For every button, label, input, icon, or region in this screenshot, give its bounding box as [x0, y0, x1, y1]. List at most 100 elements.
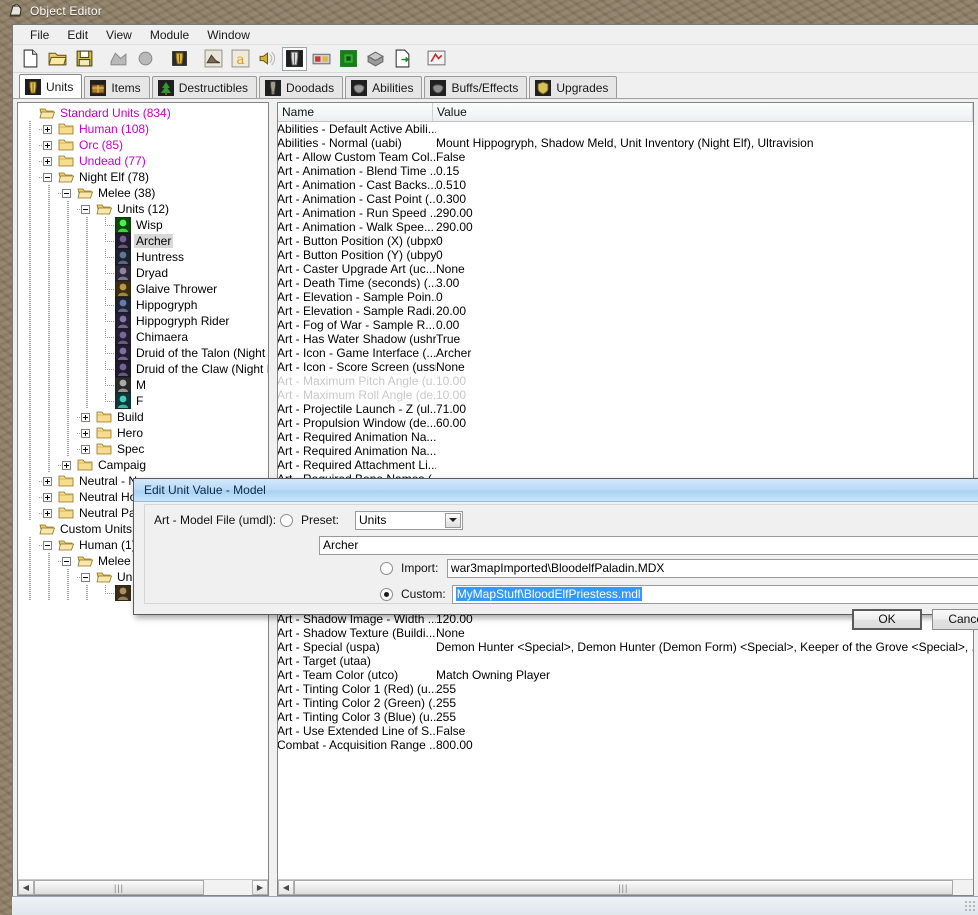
tree-expand-icon[interactable] — [77, 409, 96, 425]
table-row[interactable]: Art - Button Position (X) (ubpx) 0 — [278, 234, 973, 248]
tree-node[interactable]: Hero — [20, 425, 268, 441]
new-map-icon[interactable] — [18, 47, 43, 71]
table-row[interactable]: Art - Maximum Roll Angle (de... 10.00 — [278, 388, 973, 402]
table-row[interactable]: Art - Tinting Color 1 (Red) (u... 255 — [278, 682, 973, 696]
preset-radio[interactable] — [280, 513, 293, 527]
resize-grip[interactable] — [964, 900, 976, 912]
table-row[interactable]: Art - Animation - Blend Time ... 0.15 — [278, 164, 973, 178]
table-row[interactable]: Art - Animation - Walk Spee... 290.00 — [278, 220, 973, 234]
tree-collapse-icon[interactable] — [77, 201, 96, 217]
preset-detail-input[interactable]: Archer — [319, 535, 978, 555]
table-row[interactable]: Art - Maximum Pitch Angle (u... 10.00 — [278, 374, 973, 388]
table-row[interactable]: Art - Death Time (seconds) (... 3.00 — [278, 276, 973, 290]
tree-expand-icon[interactable] — [39, 121, 58, 137]
menu-window[interactable]: Window — [198, 26, 259, 44]
tab-doodads[interactable]: Doodads — [259, 76, 344, 98]
properties-scroll-left-arrow[interactable]: ◀ — [278, 880, 294, 895]
tree-collapse-icon[interactable] — [58, 553, 77, 569]
tree-expand-icon[interactable] — [39, 153, 58, 169]
open-map-icon[interactable] — [45, 47, 70, 71]
tab-buffs-effects[interactable]: Buffs/Effects — [424, 76, 528, 98]
import-manager-icon[interactable] — [309, 47, 334, 71]
menu-edit[interactable]: Edit — [58, 26, 97, 44]
tree-node[interactable]: Units (12) — [20, 201, 268, 217]
table-row[interactable]: Art - Icon - Score Screen (ussi) None — [278, 360, 973, 374]
tree-node[interactable]: Build — [20, 409, 268, 425]
tree-node[interactable]: Hippogryph — [20, 297, 268, 313]
table-row[interactable]: Art - Animation - Run Speed ... 290.00 — [278, 206, 973, 220]
tab-abilities[interactable]: Abilities — [345, 76, 423, 98]
table-row[interactable]: Art - Target (utaa) — [278, 654, 973, 668]
tree-scroll-right-arrow[interactable]: ▶ — [252, 880, 268, 895]
table-row[interactable]: Abilities - Normal (uabi) Mount Hippogryp… — [278, 136, 973, 150]
save-map-icon[interactable] — [72, 47, 97, 71]
region-editor-icon[interactable] — [133, 47, 158, 71]
table-row[interactable]: Art - Tinting Color 2 (Green) (... 255 — [278, 696, 973, 710]
tree-expand-icon[interactable] — [39, 137, 58, 153]
chevron-down-icon[interactable] — [445, 512, 461, 528]
unit-palette-icon[interactable] — [282, 46, 307, 71]
properties-scroll-thumb[interactable]: ||| — [294, 880, 953, 895]
tree-node[interactable]: Chimaera — [20, 329, 268, 345]
tab-items[interactable]: Items — [84, 76, 150, 98]
tree-node[interactable]: Human (108) — [20, 121, 268, 137]
tree-node[interactable]: M — [20, 377, 268, 393]
table-row[interactable]: Abilities - Default Active Abili... — [278, 122, 973, 136]
tree-node[interactable]: Dryad — [20, 265, 268, 281]
tab-upgrades[interactable]: Upgrades — [529, 76, 618, 98]
trigger-editor-icon[interactable] — [336, 47, 361, 71]
campaign-editor-icon[interactable] — [363, 47, 388, 71]
tree-node[interactable]: Huntress — [20, 249, 268, 265]
table-row[interactable]: Art - Icon - Game Interface (... Archer — [278, 346, 973, 360]
custom-radio[interactable] — [380, 587, 393, 601]
tree-scroll-left-arrow[interactable]: ◀ — [18, 880, 34, 895]
doodad-palette-icon[interactable] — [201, 47, 226, 71]
table-row[interactable]: Art - Special (uspa) Demon Hunter <Specia… — [278, 640, 973, 654]
table-row[interactable]: Art - Team Color (utco) Match Owning Play… — [278, 668, 973, 682]
export-icon[interactable] — [390, 47, 415, 71]
tree-expand-icon[interactable] — [39, 505, 58, 521]
custom-input[interactable]: MyMapStuff\BloodElfPriestess.mdl — [451, 584, 978, 604]
table-row[interactable]: Art - Allow Custom Team Col... False — [278, 150, 973, 164]
tree-collapse-icon[interactable] — [58, 185, 77, 201]
tree-node[interactable]: Undead (77) — [20, 153, 268, 169]
table-row[interactable]: Art - Elevation - Sample Radi... 20.00 — [278, 304, 973, 318]
tree-node[interactable]: Druid of the Talon (Night Elf — [20, 345, 268, 361]
tree-node[interactable]: Glaive Thrower — [20, 281, 268, 297]
tree-node[interactable]: Night Elf (78) — [20, 169, 268, 185]
table-row[interactable]: Art - Required Animation Na... — [278, 444, 973, 458]
column-header-value[interactable]: Value — [433, 103, 973, 121]
sound-editor-icon[interactable] — [255, 47, 280, 71]
ok-button[interactable]: OK — [852, 608, 922, 630]
tree-node[interactable]: Archer — [20, 233, 268, 249]
tree-node[interactable]: Standard Units (834) — [20, 105, 268, 121]
tree-collapse-icon[interactable] — [77, 569, 96, 585]
table-row[interactable]: Art - Animation - Cast Backs... 0.510 — [278, 178, 973, 192]
table-row[interactable]: Art - Button Position (Y) (ubpy) 0 — [278, 248, 973, 262]
tree-expand-icon[interactable] — [58, 457, 77, 473]
tree-node[interactable]: F — [20, 393, 268, 409]
tree-node[interactable]: Spec — [20, 441, 268, 457]
properties-scroll-track[interactable]: ||| — [294, 880, 973, 895]
table-row[interactable]: Art - Has Water Shadow (ushr) True — [278, 332, 973, 346]
table-row[interactable]: Art - Projectile Launch - Z (ul... 71.00 — [278, 402, 973, 416]
preset-combo[interactable]: Units — [355, 510, 463, 530]
table-row[interactable]: Art - Tinting Color 3 (Blue) (u... 255 — [278, 710, 973, 724]
tree-horizontal-scrollbar[interactable]: ◀ ||| ▶ — [18, 879, 268, 895]
table-row[interactable]: Art - Elevation - Sample Poin... 0 — [278, 290, 973, 304]
table-row[interactable]: Art - Propulsion Window (de... 60.00 — [278, 416, 973, 430]
table-row[interactable]: Art - Required Animation Na... — [278, 430, 973, 444]
ability-editor-icon[interactable]: a — [228, 47, 253, 71]
terrain-editor-icon[interactable] — [106, 47, 131, 71]
properties-horizontal-scrollbar[interactable]: ◀ ||| — [278, 879, 973, 895]
tree-expand-icon[interactable] — [77, 425, 96, 441]
tree-expand-icon[interactable] — [39, 473, 58, 489]
table-row[interactable]: Combat - Acquisition Range ... 800.00 — [278, 738, 973, 752]
tree-node[interactable]: Melee (38) — [20, 185, 268, 201]
menu-module[interactable]: Module — [141, 26, 198, 44]
menu-file[interactable]: File — [21, 26, 58, 44]
tree-scroll-track[interactable]: ||| — [34, 880, 252, 895]
tree-expand-icon[interactable] — [77, 441, 96, 457]
table-row[interactable]: Art - Use Extended Line of S... False — [278, 724, 973, 738]
import-radio[interactable] — [380, 561, 393, 575]
